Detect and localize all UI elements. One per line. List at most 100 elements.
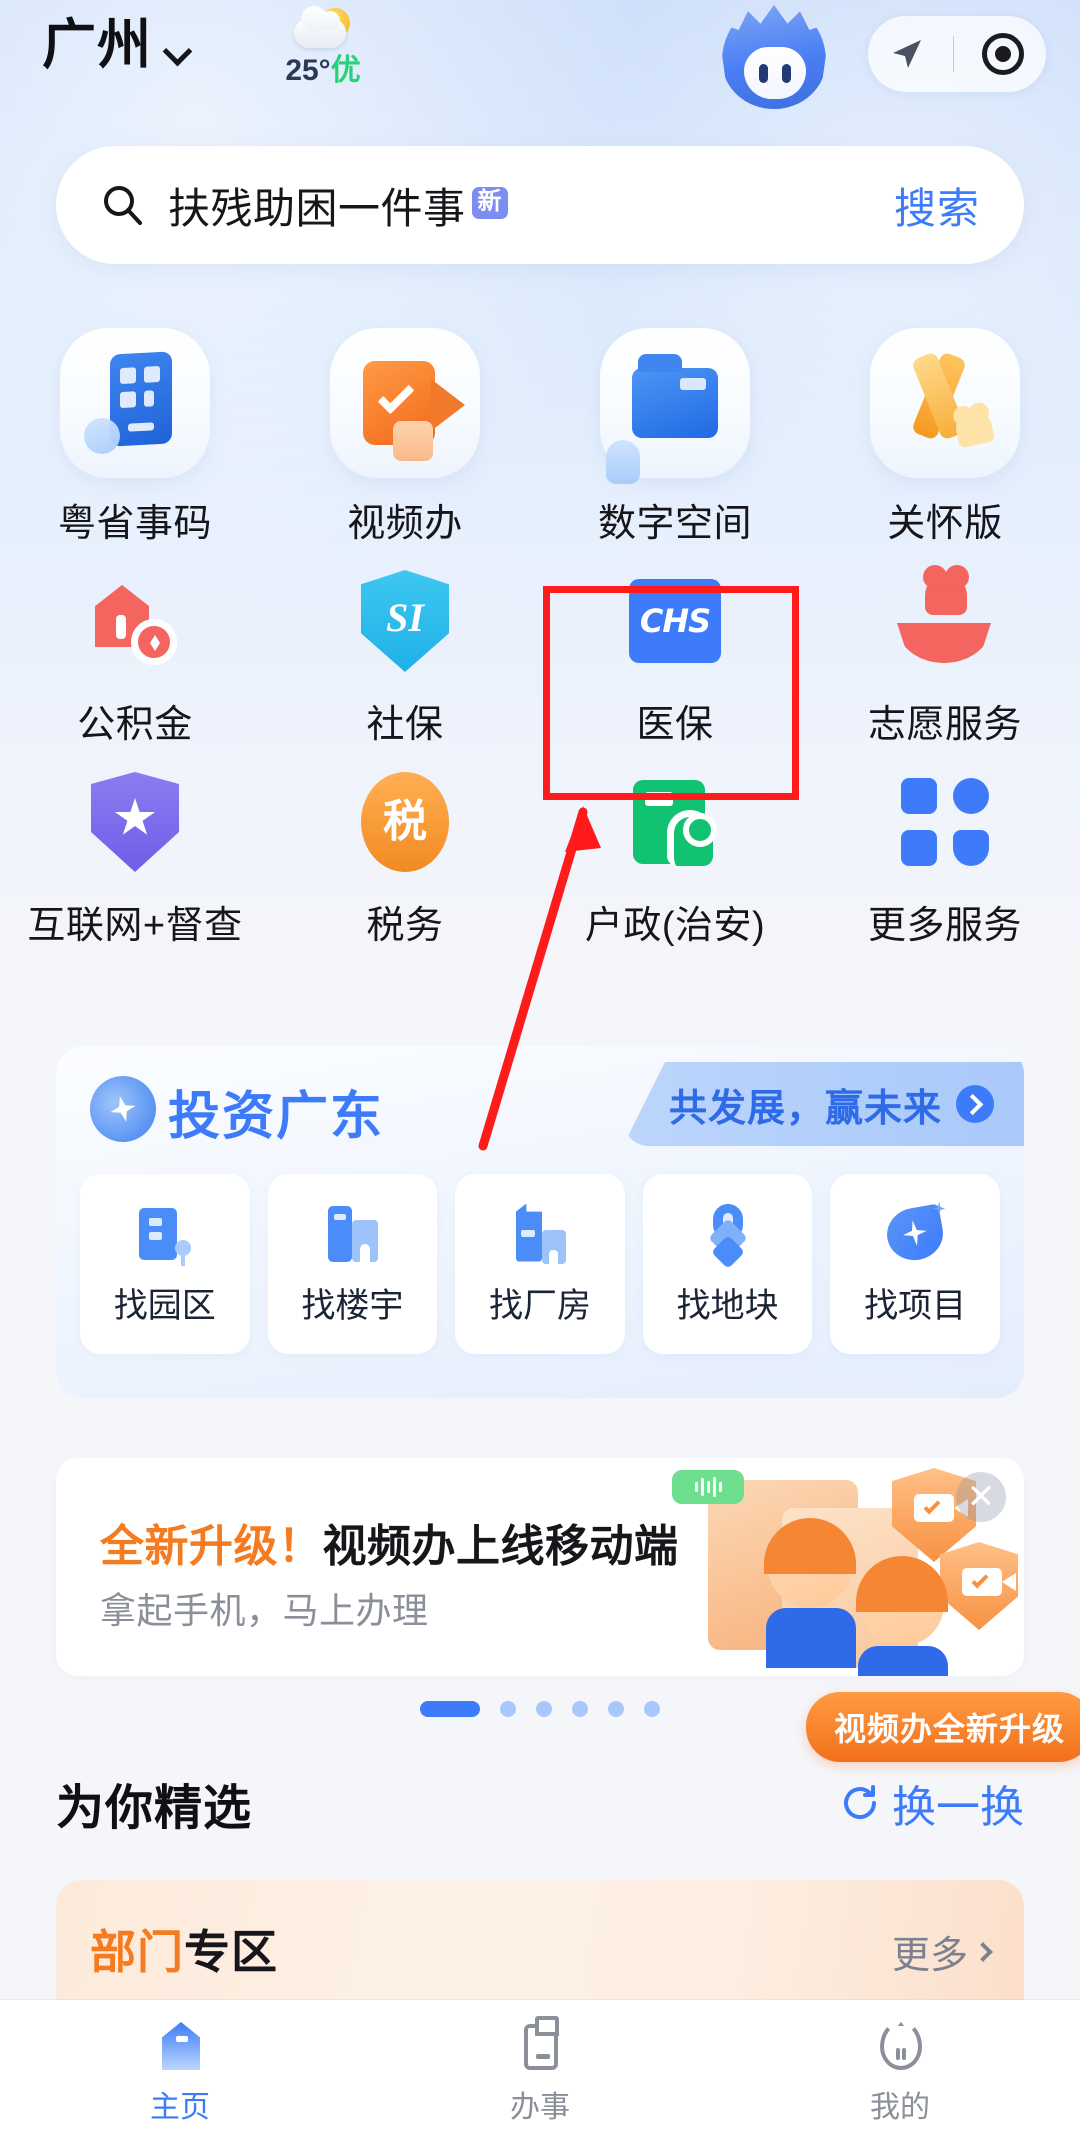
promo-title-rest: 视频办上线移动端 [322, 1522, 679, 1571]
industrial-park-icon [133, 1202, 197, 1266]
service-item-social-insurance[interactable]: SI 社保 [270, 547, 540, 748]
search-bar[interactable]: 扶残助困一件事 新 搜索 [56, 146, 1024, 264]
invest-guangdong-card[interactable]: 投资广东 共发展，赢未来 找园区 找楼宇 找厂房 找地块 找项目 [56, 1046, 1024, 1398]
pagination-dot[interactable] [536, 1701, 552, 1717]
medical-insurance-chs-icon: CHS [623, 569, 727, 673]
service-grid-row-1: 粤省事码 视频办 数字空间 关怀版 [0, 322, 1080, 547]
service-item-volunteer[interactable]: 志愿服务 [810, 547, 1080, 748]
invest-card-header: 投资广东 共发展，赢未来 [56, 1046, 1024, 1174]
tax-circle-icon: 税 [353, 770, 457, 874]
promo-banner[interactable]: 全新升级！视频办上线移动端 拿起手机，马上办理 ✕ [56, 1458, 1024, 1676]
page-header: 广州 25°优 [0, 0, 1080, 120]
pagination-dot[interactable] [608, 1701, 624, 1717]
refresh-icon [844, 1785, 876, 1819]
invest-item-building[interactable]: 找楼宇 [267, 1174, 438, 1354]
service-grid-row-2: 公积金 SI 社保 CHS 医保 志愿服务 [0, 547, 1080, 748]
service-item-more-services[interactable]: 更多服务 [810, 748, 1080, 949]
navigation-arrow-icon[interactable] [868, 34, 946, 74]
department-title-orange: 部门 [90, 1926, 184, 1978]
care-ribbon-icon [870, 328, 1020, 478]
service-grid: 粤省事码 视频办 数字空间 关怀版 公积金 SI 社保 CHS 医保 志愿服务 … [0, 322, 1080, 949]
service-item-label: 社保 [366, 704, 444, 746]
service-item-medical-insurance[interactable]: CHS 医保 [540, 547, 810, 748]
social-insurance-si-shield-icon: SI [353, 569, 457, 673]
pagination-dot[interactable] [420, 1701, 480, 1717]
land-parcel-pin-icon [696, 1202, 760, 1269]
promo-title: 全新升级！视频办上线移动端 [100, 1510, 679, 1574]
refresh-button[interactable]: 换一换 [840, 1771, 1024, 1835]
invest-item-land[interactable]: 找地块 [642, 1174, 813, 1354]
service-item-video-service[interactable]: 视频办 [270, 322, 540, 547]
chevron-down-icon[interactable] [164, 37, 190, 63]
search-icon [104, 186, 142, 225]
service-item-label: 视频办 [347, 503, 463, 545]
refresh-label: 换一换 [892, 1783, 1024, 1832]
housing-fund-house-icon [83, 569, 187, 673]
weather-text: 25°优 [285, 54, 360, 88]
tab-services[interactable]: 办事 [360, 2000, 720, 2142]
service-item-household-police[interactable]: 户政(治安) [540, 748, 810, 949]
profile-mascot-icon [872, 2018, 928, 2074]
search-input[interactable]: 扶残助困一件事 新 [168, 175, 894, 236]
household-police-card-icon [623, 770, 727, 874]
tab-profile[interactable]: 我的 [720, 2000, 1080, 2142]
tab-label: 主页 [150, 2091, 210, 2124]
service-item-label: 公积金 [77, 704, 193, 746]
search-new-badge: 新 [471, 187, 509, 219]
volunteer-heart-hand-icon [893, 565, 997, 673]
home-icon [152, 2018, 208, 2074]
close-icon[interactable]: ✕ [956, 1472, 1006, 1522]
invest-guangdong-logo-icon [82, 1068, 164, 1150]
service-item-digital-space[interactable]: 数字空间 [540, 322, 810, 547]
department-title-black: 专区 [184, 1926, 278, 1978]
search-button[interactable]: 搜索 [894, 175, 980, 236]
mascot-avatar-icon[interactable] [718, 5, 830, 113]
tab-home[interactable]: 主页 [0, 2000, 360, 2142]
service-item-label: 医保 [636, 704, 714, 746]
weather-widget[interactable]: 25°优 [258, 6, 388, 88]
service-item-internet-supervision[interactable]: 互联网+督查 [0, 748, 270, 949]
digital-space-folder-icon [600, 328, 750, 484]
invest-card-title: 投资广东 [168, 1088, 385, 1146]
record-target-icon[interactable] [960, 33, 1046, 75]
service-item-yuesheng-code[interactable]: 粤省事码 [0, 322, 270, 547]
service-item-label: 粤省事码 [57, 503, 212, 545]
department-zone-card[interactable]: 部门专区 更多 [56, 1880, 1024, 2015]
chevron-right-icon [973, 1941, 993, 1962]
service-item-label: 税务 [366, 905, 444, 947]
promo-badge: 视频办全新升级 [806, 1692, 1080, 1762]
department-zone-title: 部门专区 [90, 1916, 278, 1982]
clipboard-icon [512, 2016, 568, 2074]
city-name: 广州 [42, 15, 152, 75]
pagination-dot[interactable] [644, 1701, 660, 1717]
search-query-text: 扶残助困一件事 [168, 184, 466, 232]
invest-item-label: 找项目 [864, 1286, 967, 1325]
id-code-card-icon [60, 328, 210, 478]
pagination-dot[interactable] [572, 1701, 588, 1717]
invest-item-label: 找楼宇 [301, 1286, 404, 1325]
invest-item-label: 找厂房 [488, 1286, 591, 1325]
location-action-pill[interactable] [868, 16, 1046, 92]
service-item-label: 数字空间 [597, 503, 752, 545]
invest-item-project[interactable]: 找项目 [830, 1174, 1000, 1354]
invest-tagline-button[interactable]: 共发展，赢未来 [622, 1062, 1024, 1146]
supervision-star-shield-icon [83, 770, 187, 874]
promo-title-highlight: 全新升级！ [100, 1522, 323, 1571]
more-services-grid-icon [893, 770, 997, 874]
service-item-housing-fund[interactable]: 公积金 [0, 547, 270, 748]
service-item-label: 互联网+督查 [27, 905, 243, 947]
tab-label: 我的 [870, 2091, 930, 2124]
pagination-dot[interactable] [500, 1701, 516, 1717]
service-item-tax[interactable]: 税 税务 [270, 748, 540, 949]
department-more-button[interactable]: 更多 [891, 1924, 993, 1979]
invest-item-factory[interactable]: 找厂房 [455, 1174, 625, 1354]
service-item-care-version[interactable]: 关怀版 [810, 322, 1080, 547]
invest-tagline-text: 共发展，赢未来 [668, 1087, 942, 1130]
city-selector[interactable]: 广州 [42, 14, 190, 76]
invest-item-park[interactable]: 找园区 [80, 1174, 250, 1354]
promo-subtitle: 拿起手机，马上办理 [100, 1590, 429, 1631]
invest-item-label: 找园区 [113, 1286, 216, 1325]
picks-section-header: 为你精选 换一换 [56, 1768, 1024, 1838]
department-more-label: 更多 [891, 1935, 968, 1977]
sun-behind-cloud-icon [288, 6, 358, 52]
